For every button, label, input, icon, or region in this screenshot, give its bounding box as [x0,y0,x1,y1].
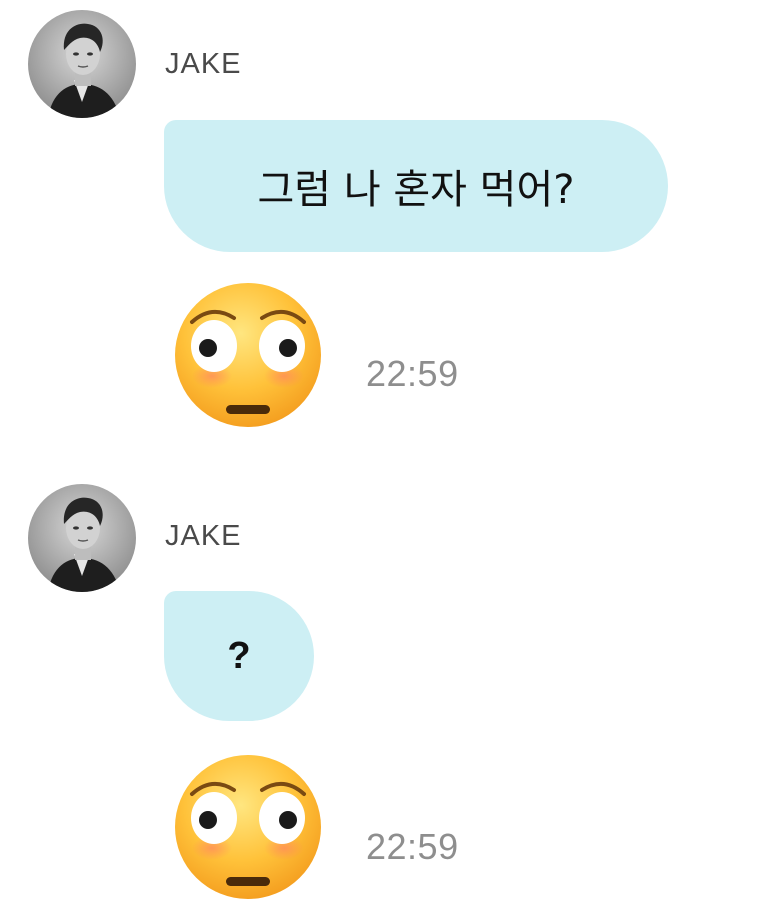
message-bubble[interactable]: ? [164,591,314,721]
avatar[interactable] [28,484,136,592]
message-timestamp: 22:59 [366,826,459,867]
chat-thread: JAKE 그럼 나 혼자 먹어? 22:59 JAKE ? 22:59 [0,0,771,915]
message-bubble[interactable]: 그럼 나 혼자 먹어? [164,120,668,252]
flushed-face-icon[interactable] [172,280,324,430]
avatar[interactable] [28,10,136,118]
message-text: ? [227,634,251,677]
flushed-face-icon[interactable] [172,752,324,902]
sender-name: JAKE [165,48,242,80]
sender-name: JAKE [165,520,242,552]
message-timestamp: 22:59 [366,353,459,394]
message-text: 그럼 나 혼자 먹어? [257,167,575,213]
